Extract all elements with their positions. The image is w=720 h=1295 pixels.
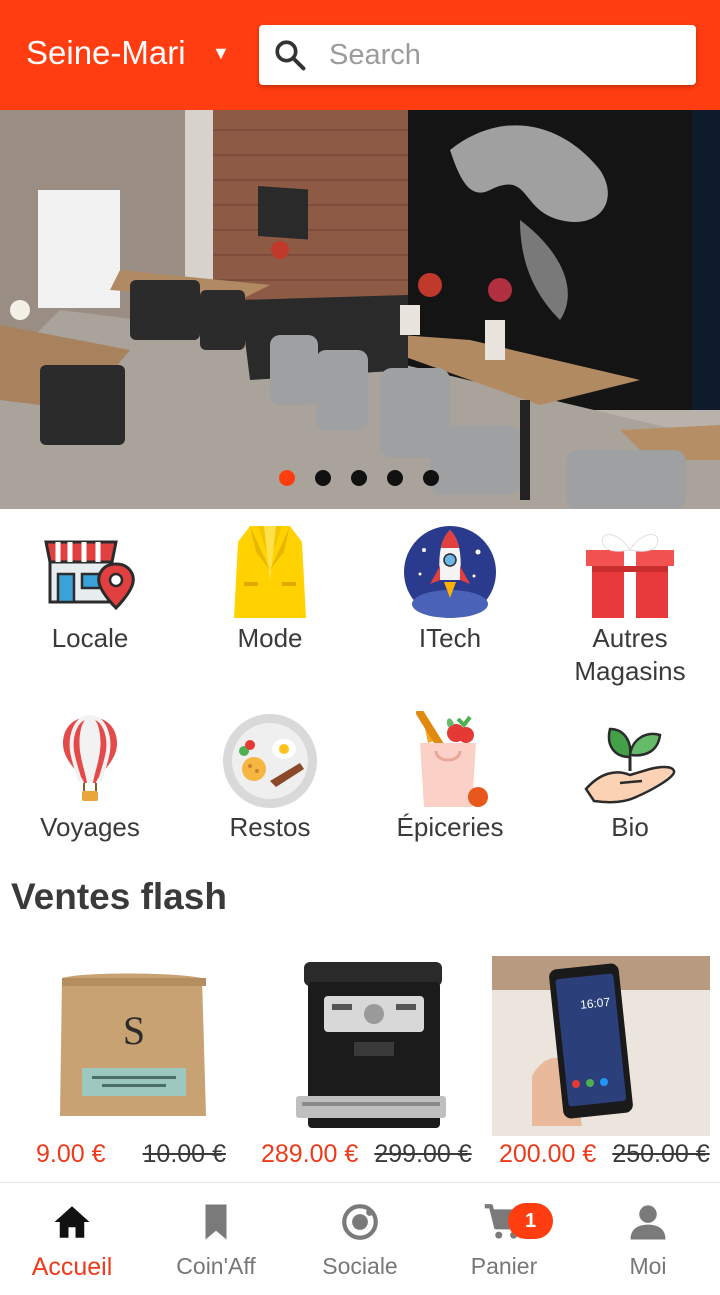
- carousel-dot[interactable]: [387, 470, 403, 486]
- coffee-machine-image: [296, 962, 446, 1128]
- search-icon: [275, 40, 306, 71]
- nav-item-sociale[interactable]: Sociale: [288, 1183, 432, 1295]
- category-autres-magasins[interactable]: Autres Magasins: [540, 522, 720, 688]
- product-price-row: 9.00 € 10.00 €: [36, 1140, 226, 1169]
- person-icon: [630, 1205, 666, 1240]
- category-bio[interactable]: Bio: [540, 711, 720, 844]
- category-label: Locale: [51, 623, 129, 653]
- rocket-icon: [404, 526, 496, 618]
- restaurant-banner-image: F: [0, 110, 720, 509]
- category-label: Voyages: [40, 812, 140, 842]
- sale-price: 200.00 €: [499, 1140, 597, 1168]
- category-label: ITech: [418, 623, 482, 653]
- gift-icon: [586, 534, 674, 618]
- nav-item-coinaff[interactable]: Coin'Aff: [144, 1183, 288, 1295]
- nav-item-accueil[interactable]: Accueil: [0, 1183, 144, 1295]
- category-restos[interactable]: Restos: [180, 711, 360, 844]
- home-icon: [54, 1206, 90, 1238]
- nav-item-moi[interactable]: Moi: [576, 1183, 720, 1295]
- original-price: 250.00 €: [612, 1140, 710, 1168]
- cart-count-badge: 1: [508, 1203, 553, 1239]
- carousel-indicators: [279, 470, 439, 486]
- local-shop-icon: [44, 540, 135, 611]
- nav-item-panier[interactable]: 1 Panier: [432, 1183, 576, 1295]
- sale-price: 289.00 €: [261, 1140, 359, 1168]
- category-voyages[interactable]: Voyages: [0, 711, 180, 844]
- promo-banner-carousel[interactable]: F: [0, 110, 720, 509]
- grocery-bag-icon: [416, 711, 488, 807]
- region-selector[interactable]: Seine-Mari ▼: [26, 30, 230, 76]
- radio-target-icon: [342, 1204, 378, 1240]
- svg-text:S: S: [123, 1008, 145, 1053]
- search-input[interactable]: [329, 38, 669, 72]
- region-label: Seine-Mari: [26, 34, 186, 71]
- category-label: Mode: [237, 623, 303, 653]
- carousel-dot[interactable]: [423, 470, 439, 486]
- nav-label: Accueil: [31, 1253, 113, 1281]
- carousel-dot[interactable]: [315, 470, 331, 486]
- bookmark-icon: [205, 1204, 227, 1240]
- carousel-dot[interactable]: [279, 470, 295, 486]
- original-price: 299.00 €: [374, 1140, 472, 1168]
- product-price-row: 200.00 € 250.00 €: [499, 1140, 710, 1169]
- category-itech[interactable]: ITech: [360, 522, 540, 655]
- sale-price: 9.00 €: [36, 1140, 106, 1168]
- nav-label: Sociale: [322, 1253, 398, 1279]
- nav-label: Coin'Aff: [176, 1253, 256, 1279]
- category-mode[interactable]: Mode: [180, 522, 360, 655]
- caret-down-icon: ▼: [212, 42, 230, 63]
- category-epiceries[interactable]: Épiceries: [360, 711, 540, 844]
- category-label: Bio: [611, 812, 649, 842]
- category-label: Restos: [229, 812, 311, 842]
- hot-air-balloon-icon: [63, 715, 117, 801]
- top-app-bar: Seine-Mari ▼: [0, 0, 720, 110]
- nav-label: Panier: [470, 1253, 538, 1279]
- plate-icon: [223, 714, 317, 808]
- carousel-dot[interactable]: [351, 470, 367, 486]
- category-label: Épiceries: [396, 812, 504, 842]
- smartphone-image: 16:07: [492, 956, 710, 1136]
- suit-icon: [234, 526, 306, 618]
- category-locale[interactable]: Locale: [0, 522, 180, 655]
- search-bar[interactable]: [259, 25, 696, 85]
- coffee-bag-image: S: [60, 973, 206, 1116]
- original-price: 10.00 €: [142, 1140, 226, 1168]
- bottom-navigation: Accueil Coin'Aff Sociale 1 Panier Moi: [0, 1182, 720, 1295]
- plant-hand-icon: [584, 727, 676, 804]
- category-label: Autres Magasins: [574, 623, 686, 686]
- product-price-row: 289.00 € 299.00 €: [261, 1140, 472, 1169]
- section-title-ventes-flash: Ventes flash: [11, 876, 227, 917]
- nav-label: Moi: [629, 1253, 667, 1279]
